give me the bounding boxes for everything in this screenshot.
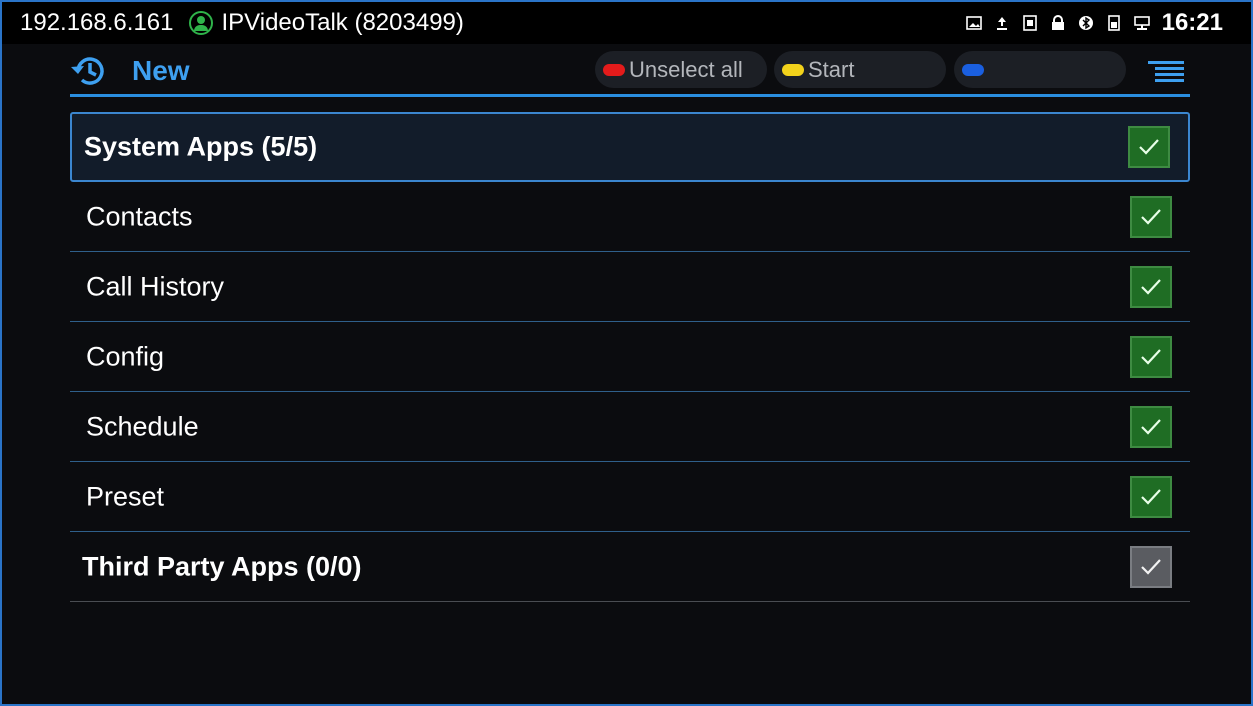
- checkbox[interactable]: [1130, 545, 1172, 588]
- checkbox[interactable]: [1130, 195, 1172, 238]
- checkbox[interactable]: [1130, 335, 1172, 378]
- blue-key-icon: [962, 63, 984, 76]
- list-item-label: Contacts: [86, 201, 193, 231]
- clock: 16:21: [1161, 9, 1223, 36]
- check-icon: [1141, 278, 1161, 295]
- red-key-icon: [603, 63, 625, 76]
- list-item-label: Schedule: [86, 411, 199, 441]
- network-icon: [1133, 16, 1150, 30]
- check-icon: [1141, 558, 1161, 575]
- list-item-label: Config: [86, 341, 165, 371]
- list-item-schedule[interactable]: Schedule: [70, 392, 1190, 462]
- start-button[interactable]: Start: [774, 51, 946, 88]
- account-icon: [189, 11, 214, 35]
- account-indicator: IPVideoTalk (8203499): [189, 9, 464, 37]
- group-third-party-apps[interactable]: Third Party Apps (0/0): [70, 532, 1190, 602]
- menu-icon[interactable]: [1148, 60, 1184, 84]
- image-icon: [965, 16, 982, 30]
- account-label: IPVideoTalk (8203499): [221, 9, 464, 36]
- list-item-call-history[interactable]: Call History: [70, 252, 1190, 322]
- header: New Unselect all Start: [70, 46, 1190, 96]
- list-item-label: Call History: [86, 271, 225, 301]
- upload-icon: [996, 17, 1007, 30]
- battery-icon: [1107, 15, 1120, 31]
- header-divider: [70, 94, 1190, 97]
- list-item-contacts[interactable]: Contacts: [70, 182, 1190, 252]
- list-item-preset[interactable]: Preset: [70, 462, 1190, 532]
- ip-address: 192.168.6.161: [20, 9, 174, 36]
- checkbox[interactable]: [1130, 405, 1172, 448]
- checkbox[interactable]: [1130, 475, 1172, 518]
- status-bar: 192.168.6.161 IPVideoTalk (8203499) 16:2…: [2, 2, 1251, 44]
- yellow-key-icon: [782, 63, 804, 76]
- blue-key-button[interactable]: [954, 51, 1126, 88]
- check-icon: [1141, 488, 1161, 505]
- lock-icon: [1051, 15, 1064, 30]
- status-icons: 16:21: [954, 9, 1223, 37]
- checkbox[interactable]: [1130, 265, 1172, 308]
- check-icon: [1141, 418, 1161, 435]
- history-icon[interactable]: [70, 54, 108, 88]
- check-icon: [1141, 208, 1161, 225]
- app-list: System Apps (5/5) Contacts Call History …: [70, 112, 1190, 602]
- checkbox[interactable]: [1128, 126, 1170, 168]
- list-item-config[interactable]: Config: [70, 322, 1190, 392]
- group-label: Third Party Apps (0/0): [82, 551, 362, 581]
- page-title: New: [132, 55, 190, 86]
- check-icon: [1139, 139, 1159, 155]
- unselect-all-label: Unselect all: [629, 56, 743, 82]
- list-item-label: Preset: [86, 481, 165, 511]
- bluetooth-icon: [1078, 16, 1093, 30]
- group-system-apps[interactable]: System Apps (5/5): [70, 112, 1190, 182]
- sim-card-icon: [1022, 15, 1037, 31]
- check-icon: [1141, 348, 1161, 365]
- group-label: System Apps (5/5): [84, 131, 318, 162]
- start-label: Start: [808, 56, 855, 82]
- unselect-all-button[interactable]: Unselect all: [595, 51, 767, 88]
